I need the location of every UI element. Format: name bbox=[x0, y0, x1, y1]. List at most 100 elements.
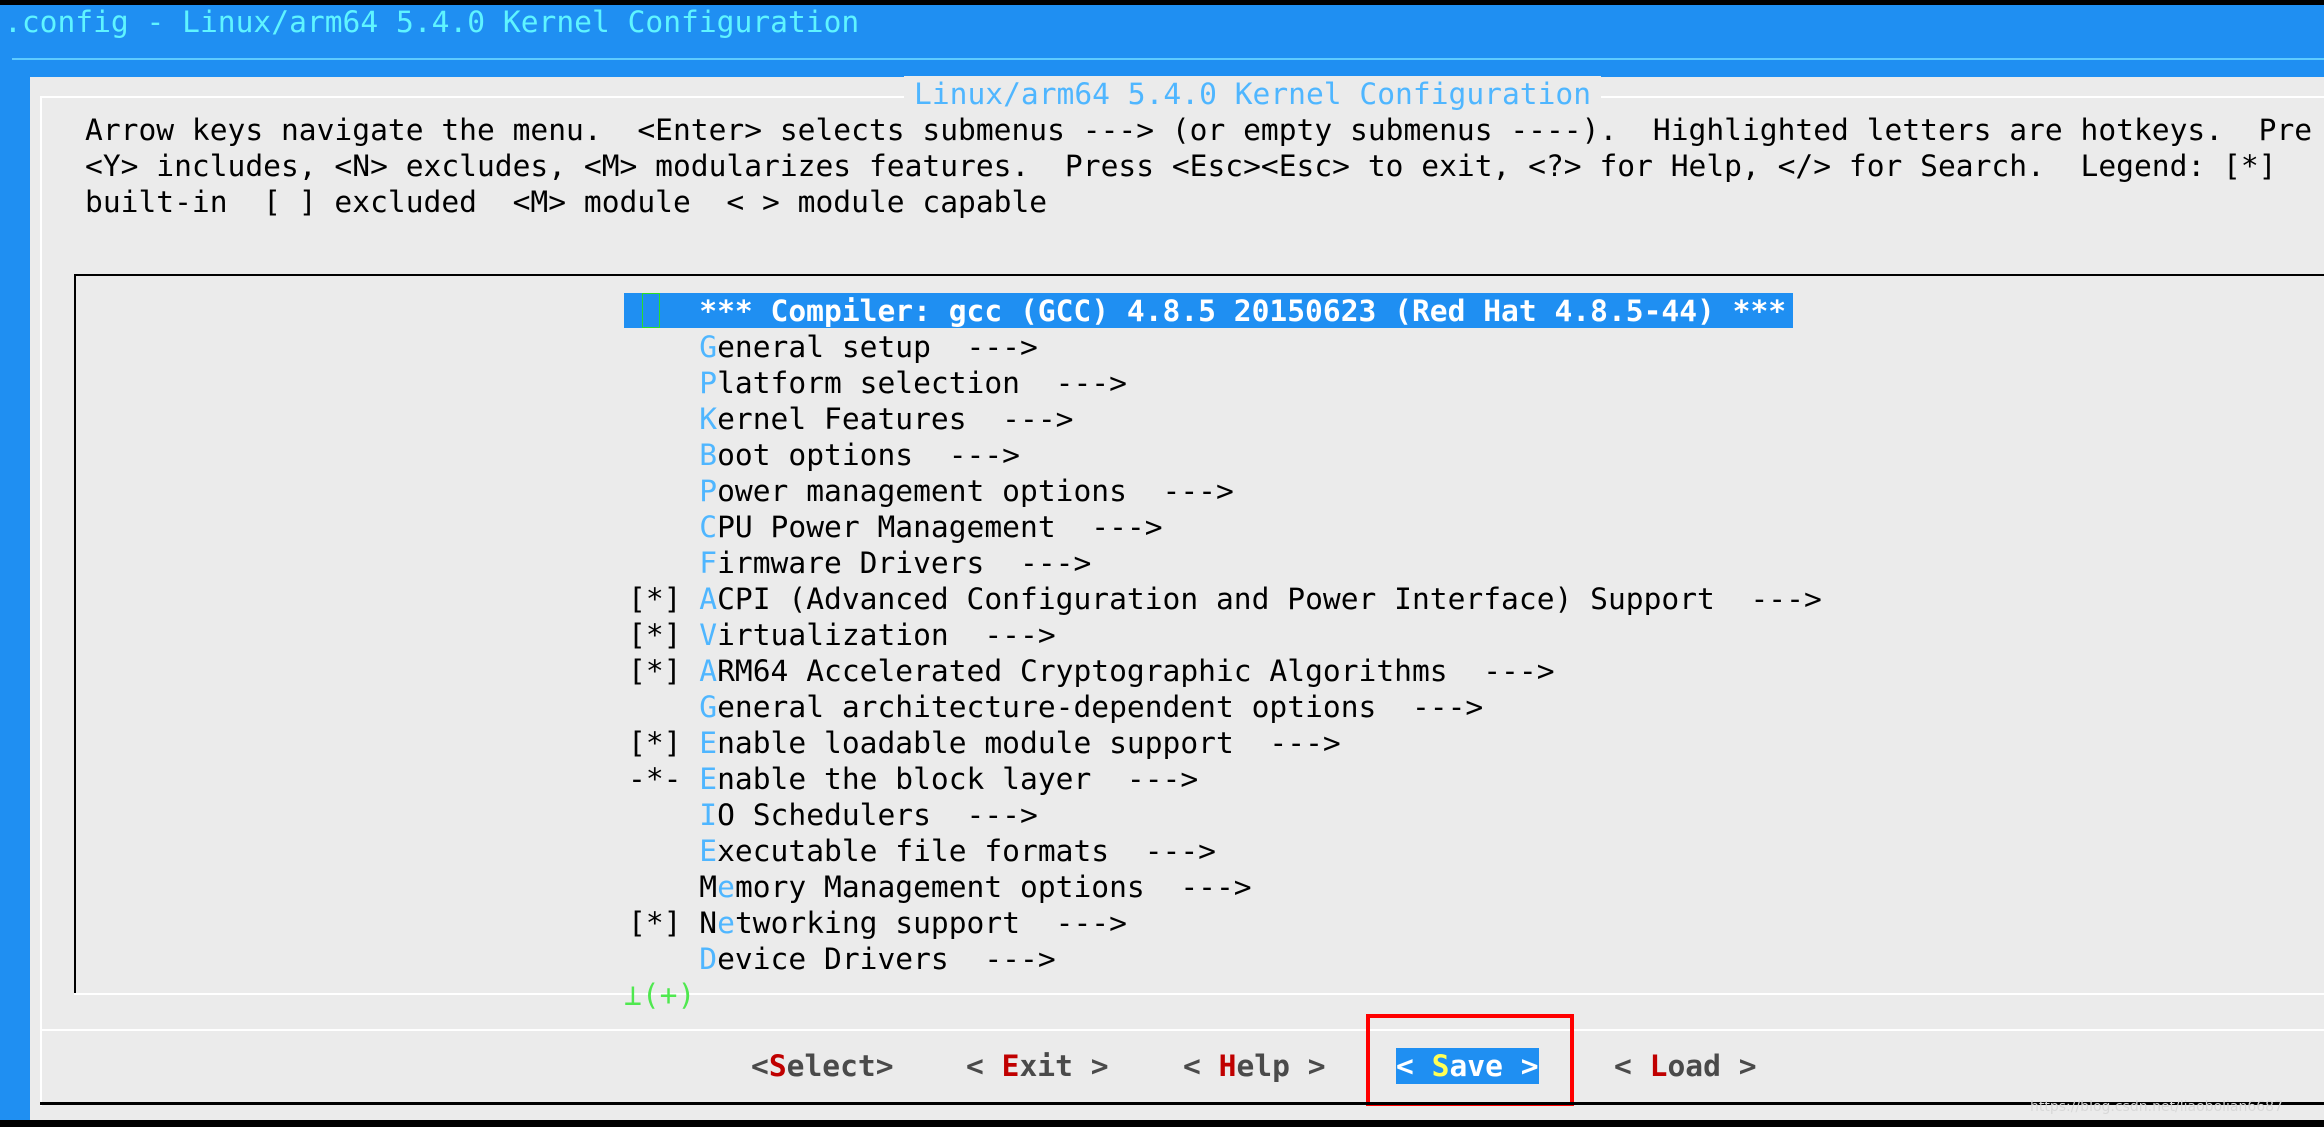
button-hot: S bbox=[768, 1049, 787, 1083]
menu-item-label: eneral setup ---> bbox=[717, 330, 1038, 364]
menu-item-state bbox=[628, 402, 681, 436]
menu-item[interactable]: Platform selection ---> bbox=[628, 365, 1127, 401]
menu-item[interactable]: [*] Networking support ---> bbox=[628, 905, 1127, 941]
menu-item-label: evice Drivers ---> bbox=[717, 942, 1056, 976]
menu-item-label: RM64 Accelerated Cryptographic Algorithm… bbox=[717, 654, 1555, 688]
menu-item-hotkey: e bbox=[717, 906, 735, 940]
menu-item-label: PU Power Management ---> bbox=[717, 510, 1163, 544]
menu-item[interactable]: *** Compiler: gcc (GCC) 4.8.5 20150623 (… bbox=[628, 293, 1786, 329]
annotation-highlight-box bbox=[1366, 1014, 1574, 1106]
menu-item-hotkey: G bbox=[699, 330, 718, 364]
menu-item[interactable]: Memory Management options ---> bbox=[628, 869, 1252, 905]
menu-item-label-prefix: N bbox=[699, 906, 718, 940]
screen-bottom bbox=[0, 1120, 2324, 1127]
menu-item[interactable]: Firmware Drivers ---> bbox=[628, 545, 1091, 581]
menu-item[interactable]: IO Schedulers ---> bbox=[628, 797, 1038, 833]
menu-item-hotkey: G bbox=[699, 690, 718, 724]
menu-item-label: irtualization ---> bbox=[717, 618, 1056, 652]
button-open: < bbox=[966, 1049, 1002, 1083]
more-indicator: ⊥(+) bbox=[624, 978, 696, 1012]
help-text-line: <Y> includes, <N> excludes, <M> modulari… bbox=[85, 149, 2277, 183]
button-hot: L bbox=[1649, 1049, 1668, 1083]
menu-item-state: [*] bbox=[628, 726, 682, 760]
menu-item[interactable]: [*] ARM64 Accelerated Cryptographic Algo… bbox=[628, 653, 1555, 689]
menu-item-state: [*] bbox=[628, 654, 682, 688]
dialog-title: Linux/arm64 5.4.0 Kernel Configuration bbox=[904, 76, 1602, 112]
menu-item-label: nable loadable module support ---> bbox=[717, 726, 1341, 760]
menu-item-label: ower management options ---> bbox=[717, 474, 1234, 508]
menu-item-state bbox=[628, 870, 681, 904]
menu-item-hotkey: A bbox=[699, 582, 718, 616]
menu-item-label: mory Management options ---> bbox=[734, 870, 1252, 904]
menu-item-state bbox=[628, 366, 681, 400]
menu-item[interactable]: General setup ---> bbox=[628, 329, 1038, 365]
title-divider bbox=[12, 58, 2324, 60]
menu-item-state bbox=[628, 834, 681, 868]
menu-item-label: ernel Features ---> bbox=[717, 402, 1074, 436]
menu-item-hotkey: F bbox=[699, 546, 718, 580]
menu-item-state bbox=[628, 942, 681, 976]
menu-item[interactable]: [*] Virtualization ---> bbox=[628, 617, 1056, 653]
menu-item-label: CPI (Advanced Configuration and Power In… bbox=[717, 582, 1822, 616]
menu-item[interactable]: [*] ACPI (Advanced Configuration and Pow… bbox=[628, 581, 1822, 617]
button-hot: H bbox=[1218, 1049, 1237, 1083]
button-open: < bbox=[751, 1049, 769, 1083]
button-rest: oad bbox=[1667, 1049, 1721, 1083]
button-rest: xit bbox=[1019, 1049, 1073, 1083]
menu-item-hotkey: D bbox=[699, 942, 718, 976]
button-select[interactable]: <Select> bbox=[751, 1048, 894, 1084]
menu-list-bottom bbox=[74, 993, 2324, 995]
menu-item-label: O Schedulers ---> bbox=[717, 798, 1038, 832]
button-load[interactable]: < Load > bbox=[1614, 1048, 1757, 1084]
dialog-frame-left bbox=[40, 96, 42, 1106]
dialog-bottom-border bbox=[40, 1102, 2324, 1105]
menu-item-hotkey: C bbox=[699, 510, 718, 544]
menu-item[interactable]: Executable file formats ---> bbox=[628, 833, 1216, 869]
menu-item-label: latform selection ---> bbox=[717, 366, 1127, 400]
menu-item-state bbox=[628, 546, 681, 580]
menu-item-hotkey: E bbox=[699, 762, 718, 796]
menu-item-state bbox=[628, 330, 681, 364]
menu-item[interactable]: Device Drivers ---> bbox=[628, 941, 1056, 977]
button-open: < bbox=[1614, 1049, 1650, 1083]
help-text-line: Arrow keys navigate the menu. <Enter> se… bbox=[85, 113, 2313, 147]
button-hot: E bbox=[1001, 1049, 1020, 1083]
menu-item-state: [*] bbox=[628, 618, 682, 652]
button-close: > bbox=[875, 1049, 894, 1083]
button-rest: elp bbox=[1236, 1049, 1290, 1083]
menu-item[interactable]: Boot options ---> bbox=[628, 437, 1020, 473]
button-help[interactable]: < Help > bbox=[1183, 1048, 1326, 1084]
menu-item-label: eneral architecture-dependent options --… bbox=[717, 690, 1484, 724]
menu-item-hotkey: B bbox=[699, 438, 718, 472]
menu-item-label: *** Compiler: gcc (GCC) 4.8.5 20150623 (… bbox=[699, 294, 1787, 328]
menu-item-state bbox=[628, 510, 681, 544]
menu-item-label-prefix: M bbox=[699, 870, 718, 904]
menu-item[interactable]: -*- Enable the block layer ---> bbox=[628, 761, 1198, 797]
menu-item-label: oot options ---> bbox=[717, 438, 1020, 472]
menu-item-state bbox=[628, 798, 681, 832]
menu-item-hotkey: V bbox=[699, 618, 718, 652]
menu-item-hotkey: P bbox=[699, 474, 718, 508]
menu-item[interactable]: Kernel Features ---> bbox=[628, 401, 1073, 437]
watermark: https://blog.csdn.net/liaobolian6687 bbox=[2030, 1099, 2283, 1115]
menu-item-hotkey: A bbox=[699, 654, 718, 688]
scroll-corner-icon: ⊥ bbox=[624, 978, 642, 1012]
window-title: .config - Linux/arm64 5.4.0 Kernel Confi… bbox=[4, 5, 860, 39]
menu-item[interactable]: General architecture-dependent options -… bbox=[628, 689, 1483, 725]
menu-item[interactable]: Power management options ---> bbox=[628, 473, 1234, 509]
menu-item-hotkey: I bbox=[699, 798, 718, 832]
button-open: < bbox=[1183, 1049, 1219, 1083]
button-exit[interactable]: < Exit > bbox=[966, 1048, 1109, 1084]
menu-item-state: [*] bbox=[628, 906, 682, 940]
help-text-line: built-in [ ] excluded <M> module < > mod… bbox=[85, 185, 1048, 219]
menu-item-hotkey: K bbox=[699, 402, 718, 436]
menu-item-hotkey: P bbox=[699, 366, 718, 400]
menu-item-state bbox=[628, 474, 681, 508]
menu-item[interactable]: [*] Enable loadable module support ---> bbox=[628, 725, 1341, 761]
menu-item-hotkey: E bbox=[699, 834, 718, 868]
menu-item-state bbox=[628, 690, 681, 724]
menu-item[interactable]: CPU Power Management ---> bbox=[628, 509, 1163, 545]
menu-item-state: [*] bbox=[628, 582, 682, 616]
menu-item-label: tworking support ---> bbox=[734, 906, 1127, 940]
menu-item-hotkey: e bbox=[717, 870, 735, 904]
